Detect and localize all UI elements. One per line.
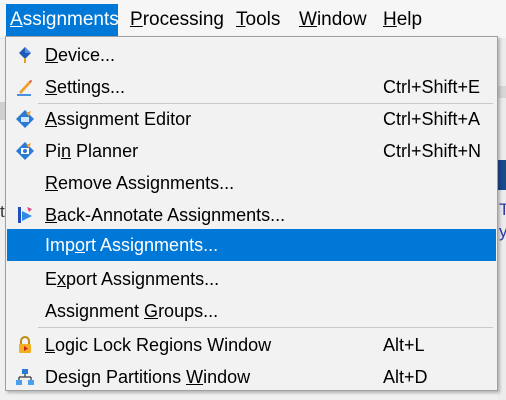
menu-item-export-assignments[interactable]: Export Assignments... <box>7 263 496 295</box>
menu-tools[interactable]: Tools <box>232 4 284 36</box>
menu-item-logic-lock-regions[interactable]: Logic Lock Regions Window Alt+L <box>7 329 496 361</box>
settings-label: ettings... <box>57 77 126 97</box>
settings-shortcut: Ctrl+Shift+E <box>383 77 481 97</box>
back-annotate-icon <box>18 207 32 223</box>
import-assignments-prefix: Imp <box>45 235 76 255</box>
menu-separator <box>38 327 493 328</box>
menu-item-back-annotate[interactable]: Back-Annotate Assignments... <box>7 199 496 231</box>
logic-lock-shortcut: Alt+L <box>383 335 425 355</box>
background-right-glyph-bottom: y <box>499 222 506 241</box>
menu-processing[interactable]: Processing <box>126 4 228 36</box>
menu-help[interactable]: Help <box>379 4 426 36</box>
logic-lock-mnemonic: L <box>45 335 56 355</box>
export-assignments-label: port Assignments... <box>66 269 220 289</box>
design-partitions-shortcut: Alt+D <box>383 367 428 387</box>
design-partitions-mnemonic: W <box>186 367 204 387</box>
pin-planner-mnemonic: n <box>61 141 72 161</box>
design-partitions-label: indow <box>203 367 251 387</box>
pin-planner-shortcut: Ctrl+Shift+N <box>383 141 482 161</box>
remove-assignments-mnemonic: R <box>45 173 58 193</box>
remove-assignments-label: emove Assignments... <box>58 173 235 193</box>
menu-tools-label: ools <box>245 9 281 30</box>
pin-planner-prefix: Pi <box>45 141 62 161</box>
menu-tools-mnemonic: T <box>236 9 246 30</box>
menu-help-mnemonic: H <box>383 9 397 30</box>
design-partitions-icon <box>16 369 34 385</box>
menu-item-assignment-groups[interactable]: Assignment Groups... <box>7 295 496 327</box>
background-right-glyph-top: T <box>499 200 506 219</box>
logic-lock-icon <box>19 336 31 353</box>
menu-item-settings[interactable]: Settings... Ctrl+Shift+E <box>7 71 496 103</box>
import-assignments-label: rt Assignments... <box>85 235 219 255</box>
assignment-editor-shortcut: Ctrl+Shift+A <box>383 109 481 129</box>
import-assignments-mnemonic: o <box>75 235 86 255</box>
assignment-editor-icon <box>16 110 34 128</box>
menu-assignments-mnemonic: A <box>10 9 23 30</box>
menu-item-device[interactable]: Device... <box>7 39 496 71</box>
menu-item-design-partitions[interactable]: Design Partitions Window Alt+D <box>7 361 496 393</box>
device-label: evice... <box>58 45 116 65</box>
back-annotate-mnemonic: B <box>45 205 58 225</box>
menu-item-pin-planner[interactable]: Pin Planner Ctrl+Shift+N <box>7 135 496 167</box>
back-annotate-label: ack-Annotate Assignments... <box>57 205 286 225</box>
device-mnemonic: D <box>45 45 58 65</box>
menu-item-assignment-editor[interactable]: Assignment Editor Ctrl+Shift+A <box>7 103 496 135</box>
logic-lock-label: ogic Lock Regions Window <box>55 335 272 355</box>
background-right-toolbar <box>498 160 506 190</box>
menu-assignments[interactable]: Assignments <box>6 4 119 36</box>
menu-window-label: indow <box>316 9 367 30</box>
pin-planner-label: Planner <box>71 141 139 161</box>
design-partitions-prefix: Design Partitions <box>45 367 187 387</box>
menu-bar: Assignments Processing Tools Window Help <box>0 0 506 39</box>
export-assignments-mnemonic: x <box>57 269 67 289</box>
menu-item-remove-assignments[interactable]: Remove Assignments... <box>7 167 496 199</box>
menu-assignments-label: ssignments <box>22 9 119 30</box>
menu-help-label: elp <box>396 9 423 30</box>
pin-planner-icon <box>16 142 34 160</box>
assignment-groups-label: roups... <box>158 301 219 321</box>
assignments-dropdown-menu: Device... Settings... Ctrl+Shift+E Assig… <box>5 36 498 391</box>
assignment-editor-label: ssignment Editor <box>57 109 192 129</box>
assignment-groups-prefix: Assignment <box>45 301 145 321</box>
settings-pencil-icon <box>17 80 32 96</box>
menu-item-import-assignments[interactable]: Import Assignments... <box>7 229 496 261</box>
background-right-block <box>498 86 506 98</box>
settings-mnemonic: S <box>45 77 58 97</box>
assignment-groups-mnemonic: G <box>144 301 159 321</box>
menu-processing-label: rocessing <box>142 9 225 30</box>
export-assignments-prefix: E <box>45 269 58 289</box>
assignment-editor-mnemonic: A <box>45 109 58 129</box>
menu-processing-mnemonic: P <box>130 9 143 30</box>
menu-window-mnemonic: W <box>299 9 317 30</box>
menu-window[interactable]: Window <box>295 4 371 36</box>
device-icon <box>19 47 31 63</box>
